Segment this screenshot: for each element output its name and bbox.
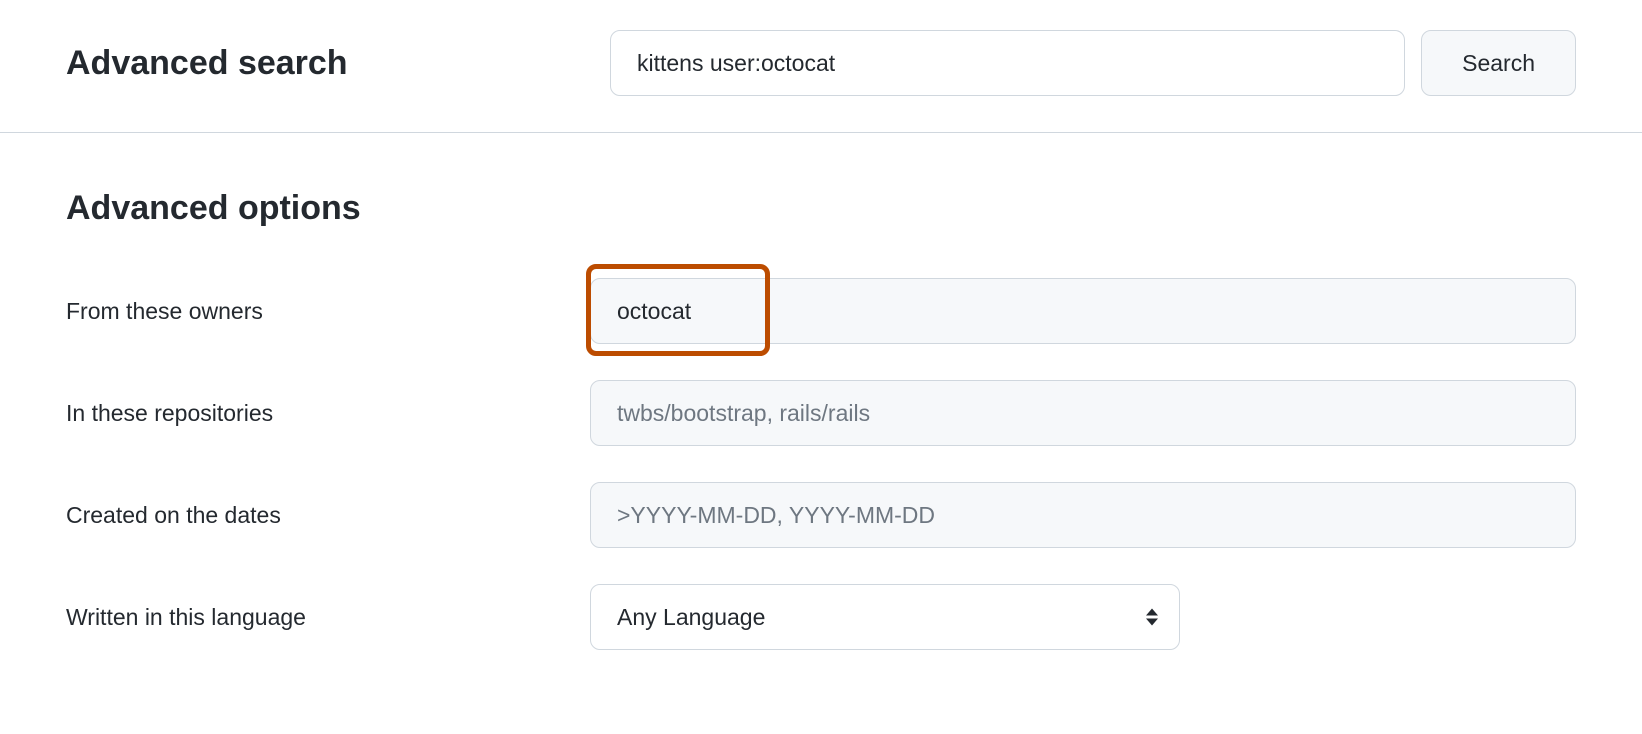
owners-row: From these owners [66,278,1576,344]
language-label: Written in this language [66,604,590,631]
language-row: Written in this language Any Language [66,584,1576,650]
search-button[interactable]: Search [1421,30,1576,96]
search-header: Advanced search Search [0,0,1642,133]
owners-label: From these owners [66,298,590,325]
owners-input[interactable] [590,278,1576,344]
created-field-wrap [590,482,1576,548]
repositories-row: In these repositories [66,380,1576,446]
created-row: Created on the dates [66,482,1576,548]
created-input[interactable] [590,482,1576,548]
owners-field-wrap [590,278,1576,344]
language-select[interactable]: Any Language [590,584,1180,650]
section-title: Advanced options [66,189,1576,228]
search-input[interactable] [610,30,1405,96]
page-title: Advanced search [66,44,590,83]
language-field-wrap: Any Language [590,584,1576,650]
repositories-input[interactable] [590,380,1576,446]
language-select-wrap: Any Language [590,584,1180,650]
search-input-wrap: Search [610,30,1576,96]
repositories-field-wrap [590,380,1576,446]
repositories-label: In these repositories [66,400,590,427]
advanced-options-section: Advanced options From these owners In th… [0,133,1642,716]
created-label: Created on the dates [66,502,590,529]
